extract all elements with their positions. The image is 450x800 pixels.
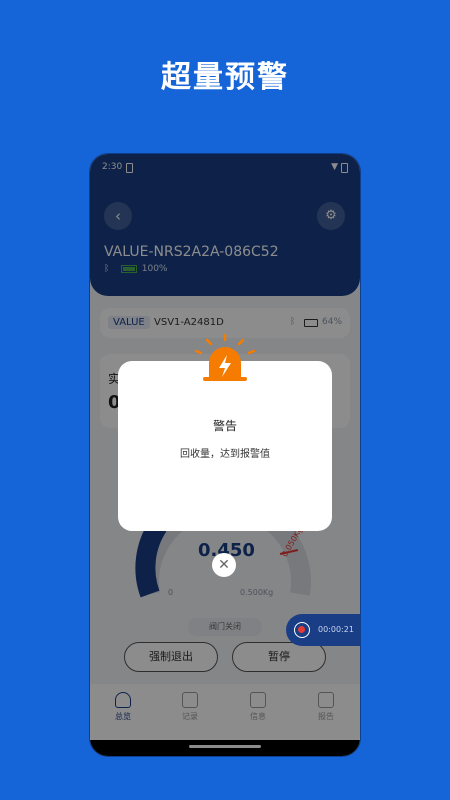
alarm-light-icon <box>194 333 256 381</box>
record-icon <box>294 622 310 638</box>
dialog-title: 警告 <box>212 419 237 433</box>
phone-frame: 2:30 ▼ ‹ ⚙ VALUE-NRS2A2A-086C52 ᛒ 100% V… <box>90 154 360 756</box>
dialog-message: 回收量，达到报警值 <box>180 449 270 460</box>
banner-title: 超量预警 <box>161 60 289 95</box>
close-icon: ✕ <box>218 557 230 573</box>
timer-text: 00:00:21 <box>318 625 354 634</box>
timer-widget[interactable]: 00:00:21 <box>286 614 360 646</box>
app-screen: 2:30 ▼ ‹ ⚙ VALUE-NRS2A2A-086C52 ᛒ 100% V… <box>90 154 360 756</box>
warning-dialog: 警告 回收量，达到报警值 <box>118 333 332 531</box>
dialog-close-button[interactable]: ✕ <box>212 553 236 577</box>
